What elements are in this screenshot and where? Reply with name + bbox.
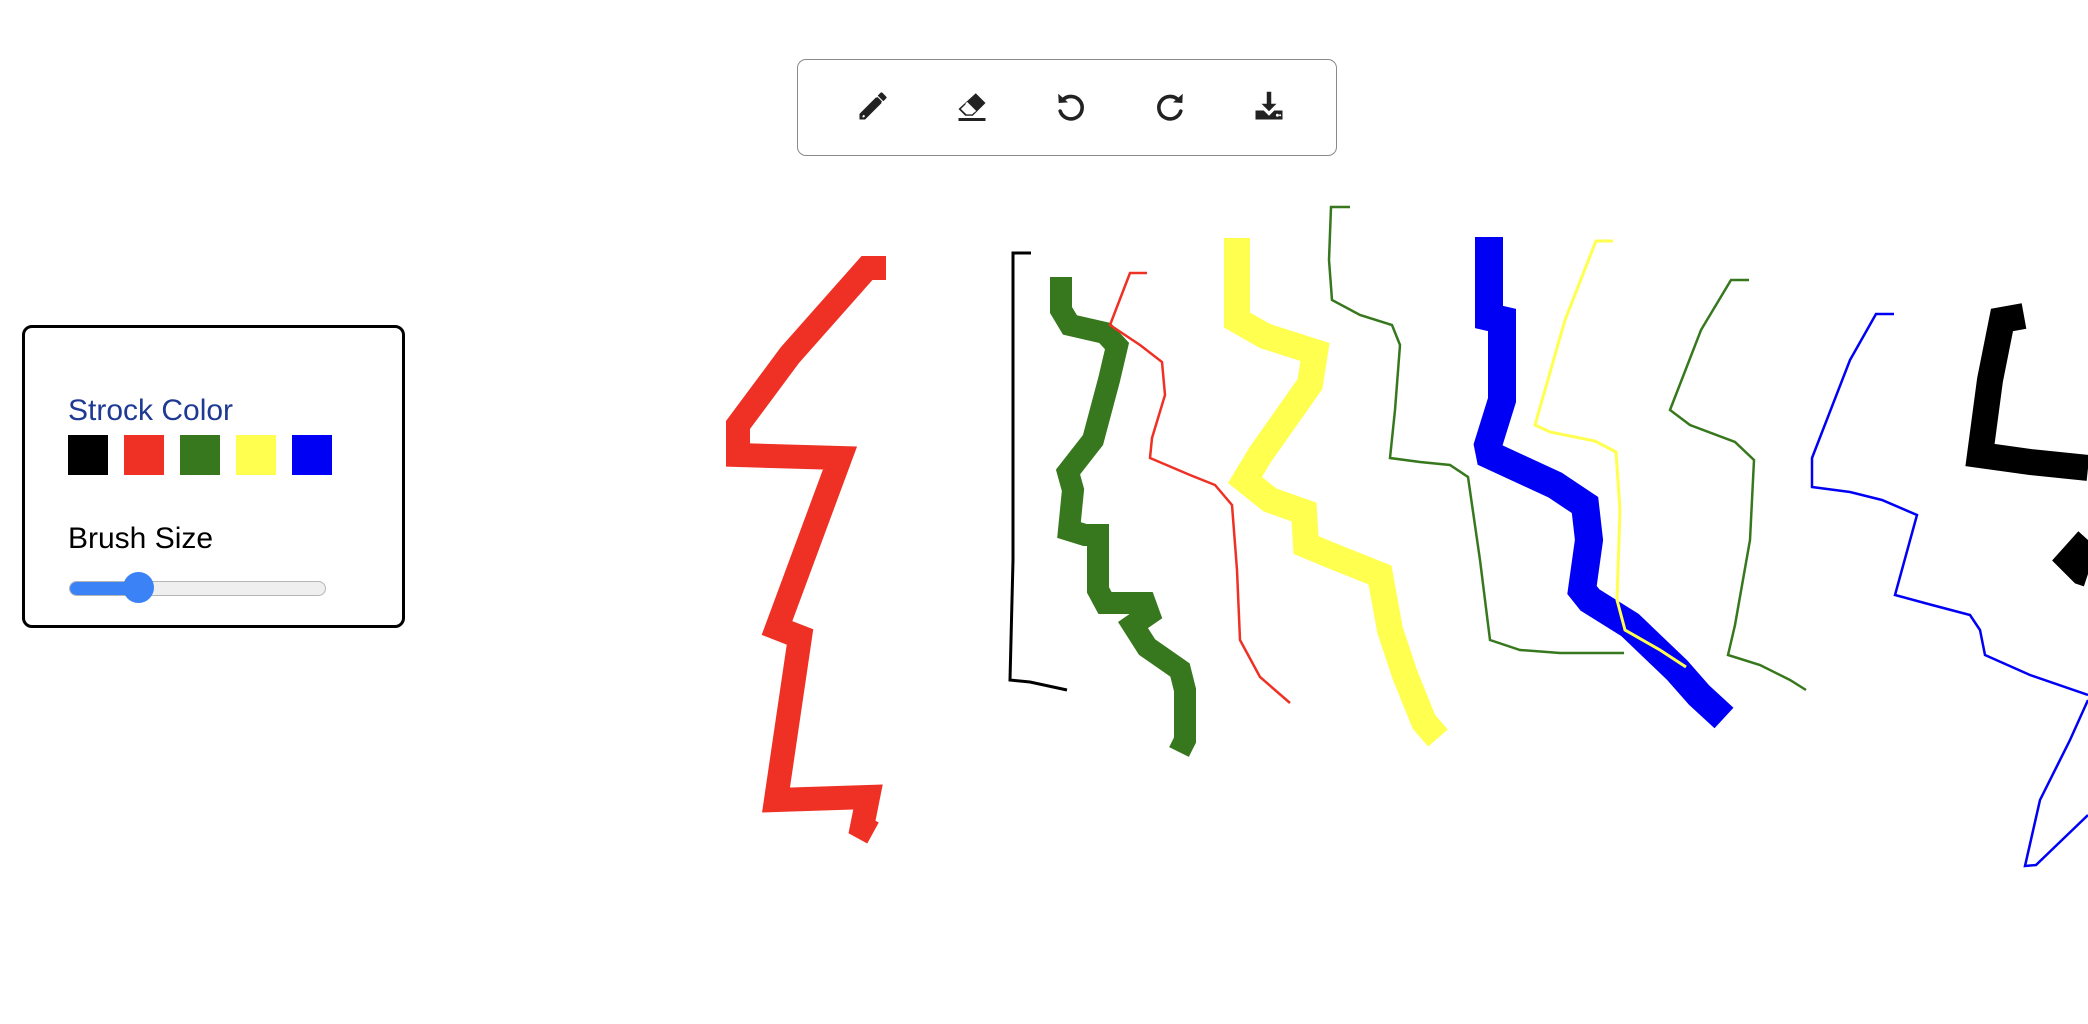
stroke-color-label: Strock Color (68, 394, 234, 427)
settings-panel: Strock Color Brush Size (22, 325, 405, 628)
stroke-green-thin-2 (1668, 278, 1807, 692)
download-icon (1251, 88, 1287, 127)
redo-icon (1152, 88, 1188, 127)
swatch-black[interactable] (68, 435, 108, 475)
swatch-blue[interactable] (292, 435, 332, 475)
slider-thumb[interactable] (123, 572, 154, 603)
swatch-red[interactable] (124, 435, 164, 475)
download-button[interactable] (1246, 85, 1292, 131)
brush-size-label: Brush Size (68, 522, 214, 555)
drawing-app: Strock Color Brush Size (0, 0, 2088, 1024)
stroke-green-thick (1050, 277, 1196, 757)
stroke-black-thick (1965, 303, 2088, 587)
stroke-blue-thin (1810, 312, 2088, 868)
eraser-tool-button[interactable] (949, 85, 995, 131)
drawing-toolbar (797, 59, 1337, 156)
color-swatches (68, 435, 332, 475)
stroke-yellow-thick (1224, 238, 1448, 747)
stroke-red-thick (726, 256, 886, 844)
pencil-icon (855, 88, 891, 127)
swatch-yellow[interactable] (236, 435, 276, 475)
pencil-tool-button[interactable] (850, 85, 896, 131)
undo-button[interactable] (1048, 85, 1094, 131)
swatch-green[interactable] (180, 435, 220, 475)
brush-size-slider[interactable] (69, 572, 328, 603)
stroke-blue-thick (1473, 237, 1734, 729)
undo-icon (1053, 88, 1089, 127)
eraser-icon (954, 88, 990, 127)
slider-track (69, 581, 326, 596)
redo-button[interactable] (1147, 85, 1193, 131)
